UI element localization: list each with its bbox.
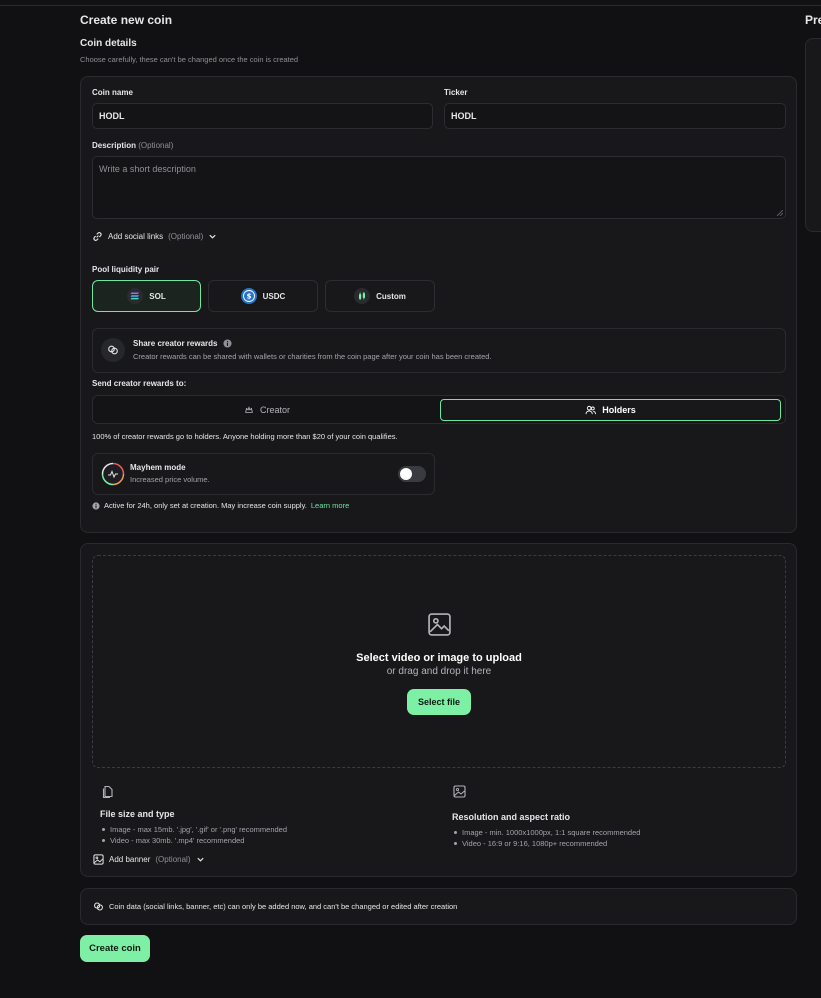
file-size-title: File size and type [100, 809, 175, 819]
share-rewards-box [92, 328, 786, 373]
create-coin-button[interactable]: Create coin [80, 935, 150, 962]
svg-text:$: $ [246, 293, 251, 301]
select-file-button[interactable]: Select file [407, 689, 471, 715]
file-icon [102, 785, 113, 798]
send-rewards-segmented-control: Creator Holders [92, 395, 786, 424]
upload-subtitle: or drag and drop it here [386, 666, 492, 677]
upload-title: Select video or image to upload [356, 652, 522, 664]
resize-handle-icon[interactable] [777, 210, 783, 216]
rewards-option-holders[interactable]: Holders [440, 399, 781, 421]
image-icon [428, 613, 451, 636]
preview-title: Preview [805, 13, 821, 27]
learn-more-link[interactable]: Learn more [311, 501, 349, 510]
info-icon [92, 501, 100, 510]
rewards-option-creator[interactable]: Creator [96, 399, 438, 421]
ticker-label: Ticker [444, 88, 468, 97]
coin-name-input[interactable]: HODL [92, 103, 433, 129]
mayhem-note: Active for 24h, only set at creation. Ma… [92, 501, 349, 510]
description-label: Description (Optional) [92, 141, 174, 150]
chevron-down-icon [209, 234, 216, 239]
resolution-list: Image - min. 1000x1000px, 1:1 square rec… [452, 827, 640, 849]
banner-image-icon [93, 854, 104, 865]
image-resolution-icon [453, 785, 466, 798]
toggle-knob [400, 468, 412, 480]
link-icon [93, 232, 102, 241]
pool-option-usdc[interactable]: $ USDC [208, 280, 318, 312]
usdc-icon: $ [240, 288, 257, 304]
preview-panel [805, 38, 821, 232]
mayhem-toggle[interactable] [398, 466, 426, 482]
page-title: Create new coin [80, 13, 173, 27]
holders-icon [585, 405, 597, 415]
resolution-title: Resolution and aspect ratio [452, 812, 571, 822]
ticker-input[interactable]: HODL [444, 103, 786, 129]
chevron-down-icon [196, 857, 204, 862]
holders-note: 100% of creator rewards go to holders. A… [92, 432, 398, 441]
coins-icon [94, 902, 103, 911]
add-social-links-toggle[interactable]: Add social links (Optional) [92, 231, 217, 242]
list-item: Video - max 30mb. '.mp4' recommended [100, 835, 287, 846]
creator-icon [245, 406, 253, 413]
mayhem-subtitle: Increased price volume. [130, 475, 210, 484]
send-rewards-label: Send creator rewards to: [92, 379, 187, 388]
mayhem-mode-box [92, 453, 435, 495]
solana-icon [127, 288, 144, 304]
description-placeholder: Write a short description [99, 164, 196, 174]
info-icon[interactable] [222, 339, 232, 348]
list-item: Video - 16:9 or 9:16, 1080p+ recommended [452, 838, 640, 849]
share-rewards-title: Share creator rewards [133, 339, 232, 348]
add-banner-toggle[interactable]: Add banner (Optional) [93, 854, 205, 865]
pool-option-sol[interactable]: SOL [92, 280, 201, 312]
file-dropzone[interactable]: Select video or image to upload or drag … [92, 555, 786, 768]
custom-token-icon [354, 288, 371, 304]
coin-data-info: Coin data (social links, banner, etc) ca… [93, 901, 457, 912]
top-divider [0, 5, 821, 6]
mayhem-title: Mayhem mode [130, 463, 186, 472]
file-size-list: Image - max 15mb. '.jpg', '.gif' or '.pn… [100, 824, 287, 846]
list-item: Image - min. 1000x1000px, 1:1 square rec… [452, 827, 640, 838]
coin-details-title: Coin details [80, 38, 137, 49]
pool-option-custom[interactable]: Custom [325, 280, 435, 312]
pool-liquidity-label: Pool liquidity pair [92, 265, 160, 274]
share-rewards-description: Creator rewards can be shared with walle… [133, 352, 492, 361]
list-item: Image - max 15mb. '.jpg', '.gif' or '.pn… [100, 824, 287, 835]
mayhem-icon [101, 462, 125, 486]
description-textarea[interactable]: Write a short description [92, 156, 786, 219]
coin-details-subtitle: Choose carefully, these can't be changed… [80, 55, 299, 64]
share-rewards-icon [101, 338, 125, 362]
coin-name-label: Coin name [92, 88, 133, 97]
